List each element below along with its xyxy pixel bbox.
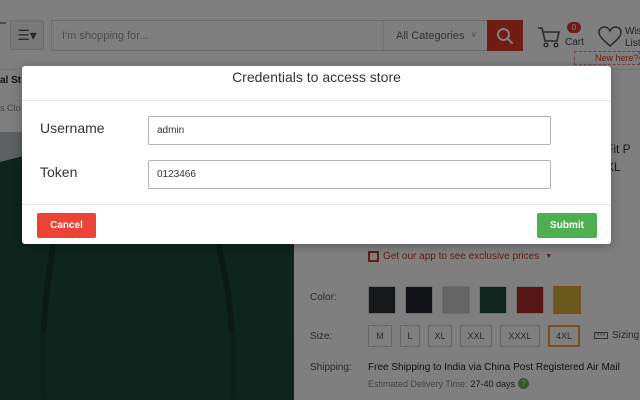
credentials-modal: Credentials to access store Username Tok… xyxy=(22,66,611,244)
submit-button[interactable]: Submit xyxy=(537,213,597,238)
cancel-button[interactable]: Cancel xyxy=(37,213,96,238)
modal-title: Credentials to access store xyxy=(232,69,401,85)
modal-header-divider xyxy=(22,100,611,101)
token-input[interactable] xyxy=(148,160,551,189)
username-label: Username xyxy=(40,120,105,136)
username-input[interactable] xyxy=(148,116,551,145)
modal-footer-divider xyxy=(22,204,611,205)
token-label: Token xyxy=(40,164,78,180)
